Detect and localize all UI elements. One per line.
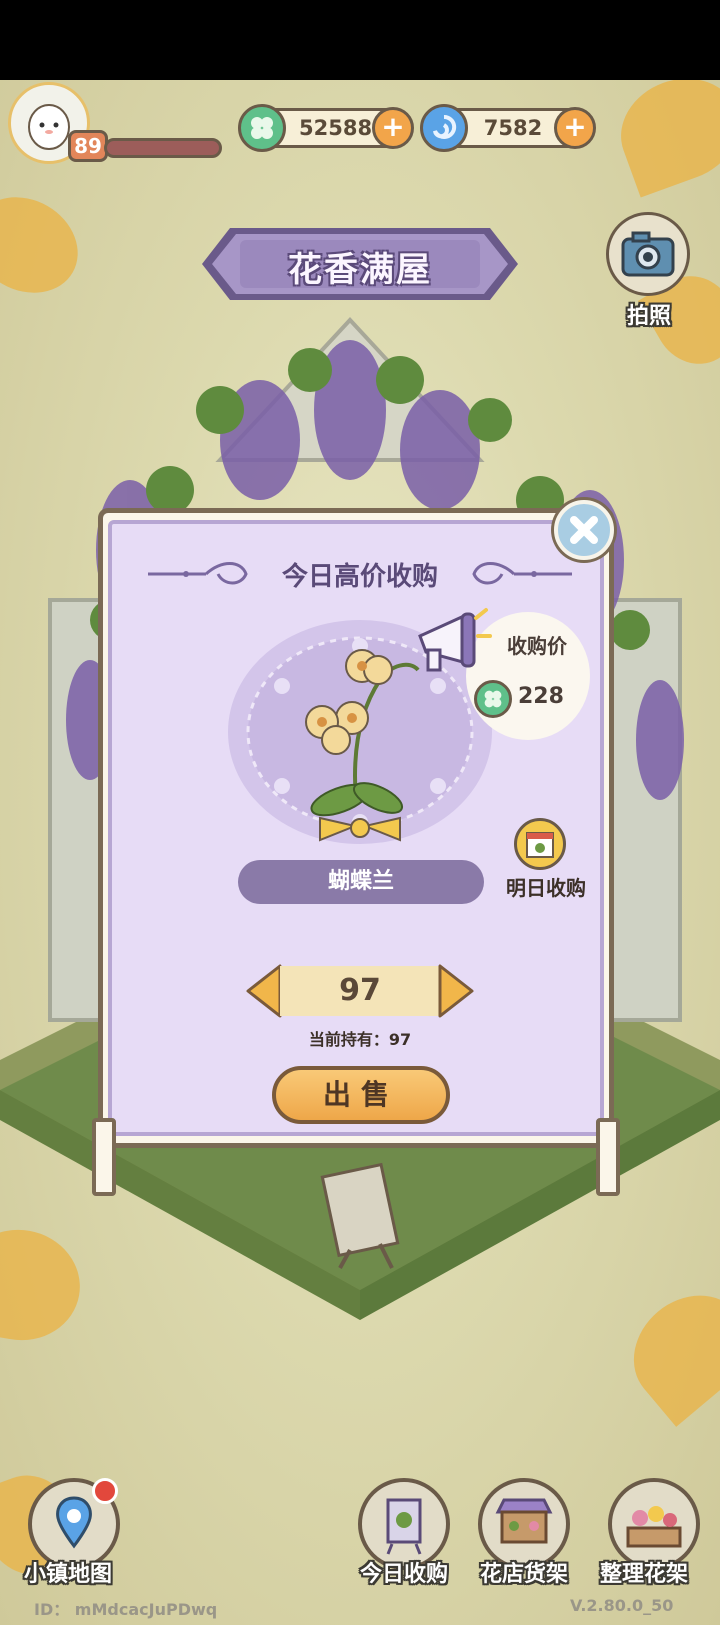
notification-dot xyxy=(92,1478,118,1504)
camera-button[interactable] xyxy=(606,212,690,296)
title-ornament-right xyxy=(472,562,572,585)
held-quantity-text: 当前持有：97 xyxy=(308,1030,412,1049)
flower-shop-sign xyxy=(320,1162,400,1269)
megaphone-icon xyxy=(418,608,492,672)
tomorrow-purchase-button[interactable] xyxy=(514,818,566,870)
gem-currency-value: 7582 xyxy=(483,116,543,140)
tomorrow-purchase-label[interactable]: 明日收购 xyxy=(498,872,594,901)
price-value: 228 xyxy=(518,684,564,709)
camera-icon xyxy=(621,231,675,277)
experience-bar xyxy=(104,138,222,158)
sell-button[interactable]: 出售 xyxy=(272,1066,450,1124)
increase-arrow-button[interactable] xyxy=(436,962,476,1020)
arrange-shelf-label[interactable]: 整理花架 xyxy=(600,1556,688,1588)
user-id-text: ID： mMdcacJuPDwq xyxy=(34,1600,218,1619)
level-badge: 89 xyxy=(68,130,108,162)
shop-shelf-label[interactable]: 花店货架 xyxy=(480,1556,568,1588)
clover-coin-icon xyxy=(474,680,512,718)
decor-leaf xyxy=(606,80,720,198)
decrease-arrow-button[interactable] xyxy=(244,962,284,1020)
shop-stall-icon xyxy=(495,1498,553,1544)
decor-leaf xyxy=(0,178,96,312)
clover-coin-icon xyxy=(238,104,286,152)
title-ornament-left xyxy=(148,562,248,585)
location-title: 花香满屋 xyxy=(288,250,432,290)
add-clover-button[interactable]: + xyxy=(372,107,414,149)
version-text: V.2.80.0_50 xyxy=(570,1596,674,1615)
calendar-icon xyxy=(526,832,554,858)
blue-swirl-gem-icon xyxy=(420,104,468,152)
daily-purchase-nav-label[interactable]: 今日收购 xyxy=(360,1556,448,1588)
panel-title: 今日高价收购 xyxy=(281,562,438,592)
easel-leg-right xyxy=(596,1118,620,1196)
quantity-value: 97 xyxy=(280,966,440,1016)
flower-name: 蝴蝶兰 xyxy=(238,860,484,904)
town-map-label[interactable]: 小镇地图 xyxy=(24,1556,112,1588)
camera-label: 拍照 xyxy=(626,304,671,329)
close-button[interactable] xyxy=(554,500,614,560)
location-title-plaque: 花香满屋 xyxy=(200,220,520,308)
add-gem-button[interactable]: + xyxy=(554,107,596,149)
easel-leg-left xyxy=(92,1118,116,1196)
flower-shelf-icon xyxy=(626,1506,682,1548)
daily-purchase-icon xyxy=(386,1498,422,1555)
close-icon xyxy=(570,516,598,544)
price-label: 收购价 xyxy=(507,634,567,658)
clover-currency-value: 52588 xyxy=(299,116,373,140)
